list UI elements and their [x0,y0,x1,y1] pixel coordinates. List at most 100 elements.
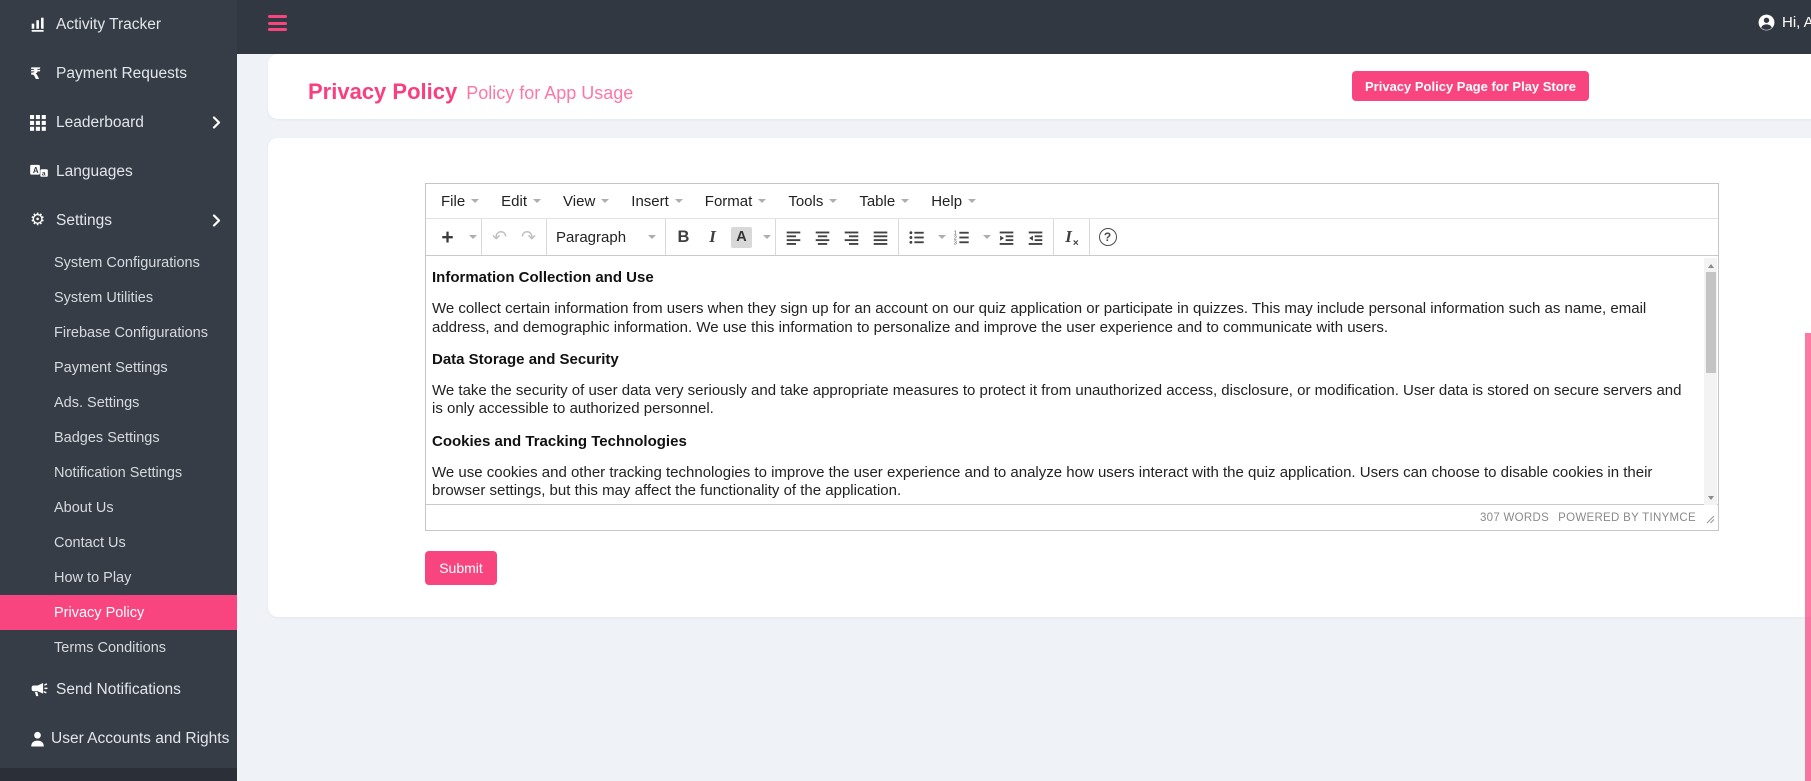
insert-plus-button[interactable]: + [434,224,461,250]
privacy-policy-play-store-button[interactable]: Privacy Policy Page for Play Store [1352,71,1589,101]
sidebar-item-badges-settings[interactable]: Badges Settings [0,420,237,455]
editor-scrollbar-thumb[interactable] [1705,272,1716,373]
hamburger-menu-icon[interactable] [268,15,287,31]
caret-down-icon [469,235,477,239]
menu-help[interactable]: Help [920,187,987,215]
bold-button[interactable]: B [670,224,697,250]
caret-down-icon [983,235,991,239]
sidebar-item-how-to-play[interactable]: How to Play [0,560,237,595]
svg-text:3: 3 [954,240,957,245]
sidebar-item-label: Leaderboard [56,113,144,131]
sidebar-item-label: User Accounts and Rights [51,729,230,747]
sidebar-bottom-strip [0,768,237,781]
numbered-list-button[interactable]: 123 [948,224,975,250]
redo-button[interactable]: ↷ [515,224,542,250]
insert-plus-caret-button[interactable] [463,224,477,250]
sidebar-item-firebase-configurations[interactable]: Firebase Configurations [0,315,237,350]
sidebar-item-contact-us[interactable]: Contact Us [0,525,237,560]
menu-edit[interactable]: Edit [490,187,552,215]
sidebar-item-activity-tracker[interactable]: Activity Tracker [0,0,237,49]
numbered-list-caret-button[interactable] [977,224,991,250]
caret-down-icon [471,199,480,203]
clear-formatting-button[interactable]: I× [1058,224,1085,250]
tinymce-editor: File Edit View Insert Format Tools Table… [425,183,1719,531]
align-right-icon [844,231,859,245]
sidebar-item-terms-conditions[interactable]: Terms Conditions [0,630,237,665]
caret-down-icon [648,235,656,239]
sidebar-item-send-notifications[interactable]: Send Notifications [0,665,237,714]
undo-button[interactable]: ↶ [486,224,513,250]
bullet-list-caret-button[interactable] [932,224,946,250]
page-header-card: Privacy Policy Policy for App Usage Priv… [268,54,1811,119]
align-center-button[interactable] [809,224,836,250]
person-icon [30,731,45,747]
rupee-icon: ₹ [30,63,42,83]
chevron-right-icon [212,214,221,227]
menu-format[interactable]: Format [694,187,778,215]
content-heading: Data Storage and Security [432,350,619,368]
content-paragraph: We use cookies and other tracking techno… [432,464,1653,500]
sidebar-item-notification-settings[interactable]: Notification Settings [0,455,237,490]
italic-button[interactable]: I [699,224,726,250]
user-menu[interactable]: Hi, A [1757,13,1811,32]
align-left-icon [786,231,801,245]
scroll-down-arrow[interactable] [1704,491,1717,504]
clear-formatting-icon: I× [1065,227,1079,249]
sidebar-item-ads-settings[interactable]: Ads. Settings [0,385,237,420]
sidebar-item-languages[interactable]: A a Languages [0,147,237,196]
menu-tools[interactable]: Tools [777,187,848,215]
bold-icon: B [677,227,690,246]
resize-grip-icon[interactable] [1706,515,1715,527]
menu-insert[interactable]: Insert [620,187,694,215]
align-left-button[interactable] [780,224,807,250]
menu-table[interactable]: Table [848,187,920,215]
content-heading: Information Collection and Use [432,269,654,286]
help-icon: ? [1098,228,1117,246]
content-paragraph: We take the security of user data very s… [432,382,1682,418]
sidebar-item-leaderboard[interactable]: Leaderboard [0,98,237,147]
sidebar-item-label: Send Notifications [56,680,181,698]
block-format-dropdown[interactable]: Paragraph [550,224,662,250]
chevron-right-icon [212,116,221,129]
sidebar-item-privacy-policy[interactable]: Privacy Policy [0,595,237,630]
undo-icon: ↶ [491,226,508,248]
sidebar-item-label: Languages [56,162,133,180]
caret-down-icon [533,199,542,203]
bullet-list-button[interactable] [903,224,930,250]
editor-toolbar: + ↶ ↷ Paragraph B I A 1 2 3 I× ? [426,219,1718,256]
align-justify-button[interactable] [867,224,894,250]
svg-text:A: A [33,166,39,175]
scroll-up-arrow[interactable] [1704,259,1717,272]
menu-view[interactable]: View [552,187,620,215]
align-right-button[interactable] [838,224,865,250]
svg-text:a: a [42,170,46,177]
sidebar-item-system-configurations[interactable]: System Configurations [0,245,237,280]
editor-card: File Edit View Insert Format Tools Table… [268,138,1811,617]
grid-icon [30,114,50,131]
text-color-button[interactable]: A [728,224,755,250]
editor-content-area[interactable]: Information Collection and Use We collec… [426,256,1718,506]
indent-button[interactable] [1022,224,1049,250]
menu-file[interactable]: File [430,187,490,215]
caret-down-icon [829,199,838,203]
sidebar-item-user-accounts[interactable]: User Accounts and Rights [0,714,237,763]
sidebar-item-payment-requests[interactable]: ₹ Payment Requests [0,49,237,98]
sidebar-item-payment-settings[interactable]: Payment Settings [0,350,237,385]
sidebar-item-about-us[interactable]: About Us [0,490,237,525]
sidebar-item-system-utilities[interactable]: System Utilities [0,280,237,315]
indent-icon [1028,231,1043,245]
page-header-titles: Privacy Policy Policy for App Usage [308,79,634,104]
editor-statusbar: 307 WORDS POWERED BY TINYMCE [426,504,1718,530]
sidebar-scrollbar-thumb[interactable] [1805,333,1811,781]
sidebar-item-settings[interactable]: ⚙ Settings [0,196,237,245]
text-color-caret-button[interactable] [757,224,771,250]
caret-down-icon [901,199,910,203]
outdent-button[interactable] [993,224,1020,250]
align-justify-icon [873,231,888,245]
editor-menubar: File Edit View Insert Format Tools Table… [426,184,1718,219]
user-circle-icon [1757,13,1776,32]
submit-button[interactable]: Submit [425,551,497,585]
caret-down-icon [674,199,683,203]
help-button[interactable]: ? [1094,224,1121,250]
outdent-icon [999,231,1014,245]
